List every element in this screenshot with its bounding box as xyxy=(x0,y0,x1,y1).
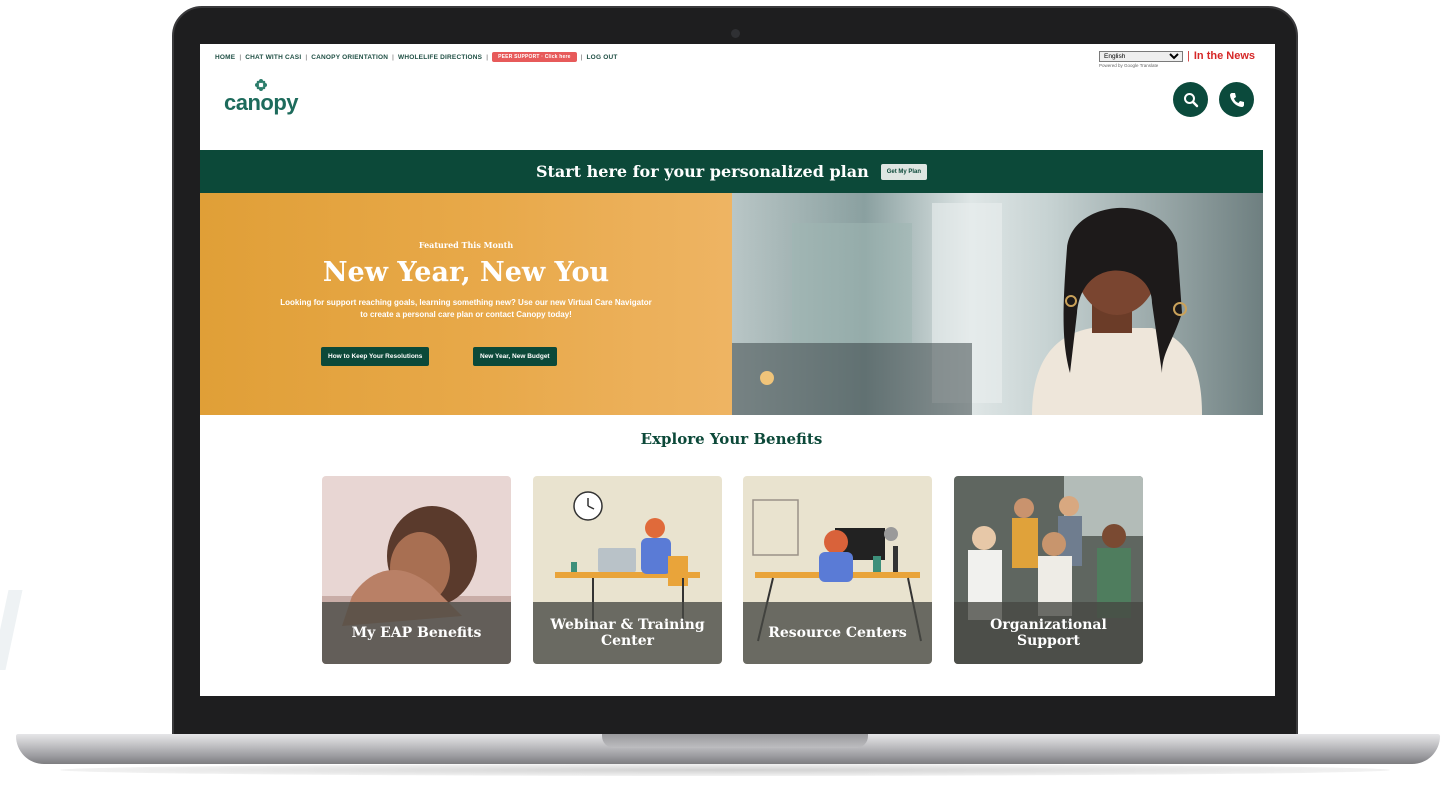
nav-separator: | xyxy=(580,53,583,61)
nav-canopy-orientation[interactable]: CANOPY ORIENTATION xyxy=(311,54,388,61)
decorative-shape xyxy=(0,590,23,670)
card-label: My EAP Benefits xyxy=(322,602,511,664)
peer-support-button[interactable]: PEER SUPPORT · Click here xyxy=(492,52,577,62)
powered-by-translate: Powered by Google Translate xyxy=(1099,63,1159,68)
language-select[interactable]: English xyxy=(1099,50,1184,62)
search-button[interactable] xyxy=(1173,82,1208,117)
nav-log-out[interactable]: LOG OUT xyxy=(587,54,618,61)
nav-separator: | xyxy=(239,53,242,61)
new-year-budget-button[interactable]: New Year, New Budget xyxy=(473,347,557,366)
hero-photo xyxy=(732,193,1263,415)
laptop-notch xyxy=(602,734,868,748)
news-separator: | xyxy=(1187,50,1190,62)
laptop-mockup: HOME | CHAT WITH CASI | CANOPY ORIENTATI… xyxy=(0,0,1447,785)
top-nav: HOME | CHAT WITH CASI | CANOPY ORIENTATI… xyxy=(215,52,618,62)
woman-portrait-image xyxy=(732,203,1202,415)
phone-icon xyxy=(1229,92,1244,107)
keep-resolutions-button[interactable]: How to Keep Your Resolutions xyxy=(321,347,430,366)
nav-separator: | xyxy=(305,53,308,61)
nav-home[interactable]: HOME xyxy=(215,54,235,61)
card-label: Resource Centers xyxy=(743,602,932,664)
camera-icon xyxy=(731,29,740,38)
canopy-logo[interactable]: canopy xyxy=(224,78,299,115)
nav-chat-with-casi[interactable]: CHAT WITH CASI xyxy=(245,54,301,61)
card-resource-centers[interactable]: Resource Centers xyxy=(743,476,932,664)
hero-title: New Year, New You xyxy=(322,257,610,288)
hero-body: Looking for support reaching goals, lear… xyxy=(280,298,652,319)
hero-kicker: Featured This Month xyxy=(418,240,514,250)
nav-separator: | xyxy=(392,53,395,61)
explore-heading: Explore Your Benefits xyxy=(640,430,823,448)
website-screen: HOME | CHAT WITH CASI | CANOPY ORIENTATI… xyxy=(200,44,1275,696)
plan-banner-text: Start here for your personalized plan xyxy=(535,162,869,181)
hero-panel: Featured This Month New Year, New You Lo… xyxy=(200,193,732,415)
nav-separator: | xyxy=(486,53,489,61)
card-label: Organizational Support xyxy=(954,602,1143,664)
get-my-plan-button[interactable]: Get My Plan xyxy=(880,163,928,180)
card-webinar-training-center[interactable]: Webinar & Training Center xyxy=(533,476,722,664)
phone-button[interactable] xyxy=(1219,82,1254,117)
laptop-shadow xyxy=(60,764,1390,776)
nav-wholelife-directions[interactable]: WHOLELIFE DIRECTIONS xyxy=(398,54,482,61)
language-area: English | In the News Powered by Google … xyxy=(1099,50,1255,68)
card-my-eap-benefits[interactable]: My EAP Benefits xyxy=(322,476,511,664)
in-the-news-link[interactable]: In the News xyxy=(1194,50,1255,62)
card-label: Webinar & Training Center xyxy=(533,602,722,664)
search-icon xyxy=(1183,92,1198,107)
card-organizational-support[interactable]: Organizational Support xyxy=(954,476,1143,664)
brand-name: canopy xyxy=(224,90,299,115)
plan-banner: Start here for your personalized plan Ge… xyxy=(200,150,1263,193)
